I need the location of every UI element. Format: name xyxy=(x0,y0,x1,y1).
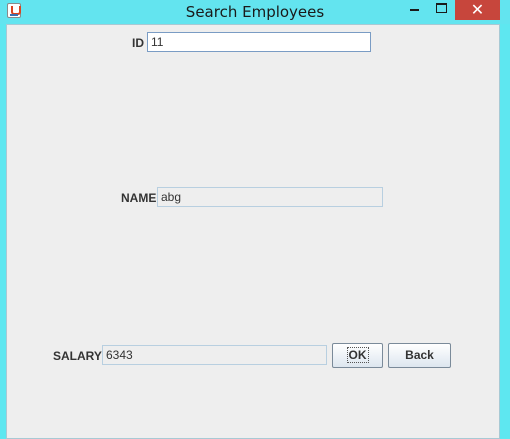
form-panel xyxy=(6,24,500,439)
salary-label: SALARY xyxy=(53,349,102,363)
name-label: NAME xyxy=(121,191,157,205)
ok-button[interactable]: OK xyxy=(332,343,383,368)
title-bar[interactable]: Search Employees ✕ xyxy=(0,0,510,24)
back-button[interactable]: Back xyxy=(388,343,451,368)
minimize-icon[interactable] xyxy=(402,0,426,20)
id-label: ID xyxy=(132,36,144,50)
window-right-border xyxy=(500,24,510,439)
close-icon[interactable]: ✕ xyxy=(455,0,500,20)
id-field[interactable] xyxy=(147,32,371,52)
salary-field xyxy=(102,345,327,365)
maximize-icon[interactable] xyxy=(428,0,454,20)
ok-button-label: OK xyxy=(346,347,369,363)
name-field xyxy=(157,187,383,207)
